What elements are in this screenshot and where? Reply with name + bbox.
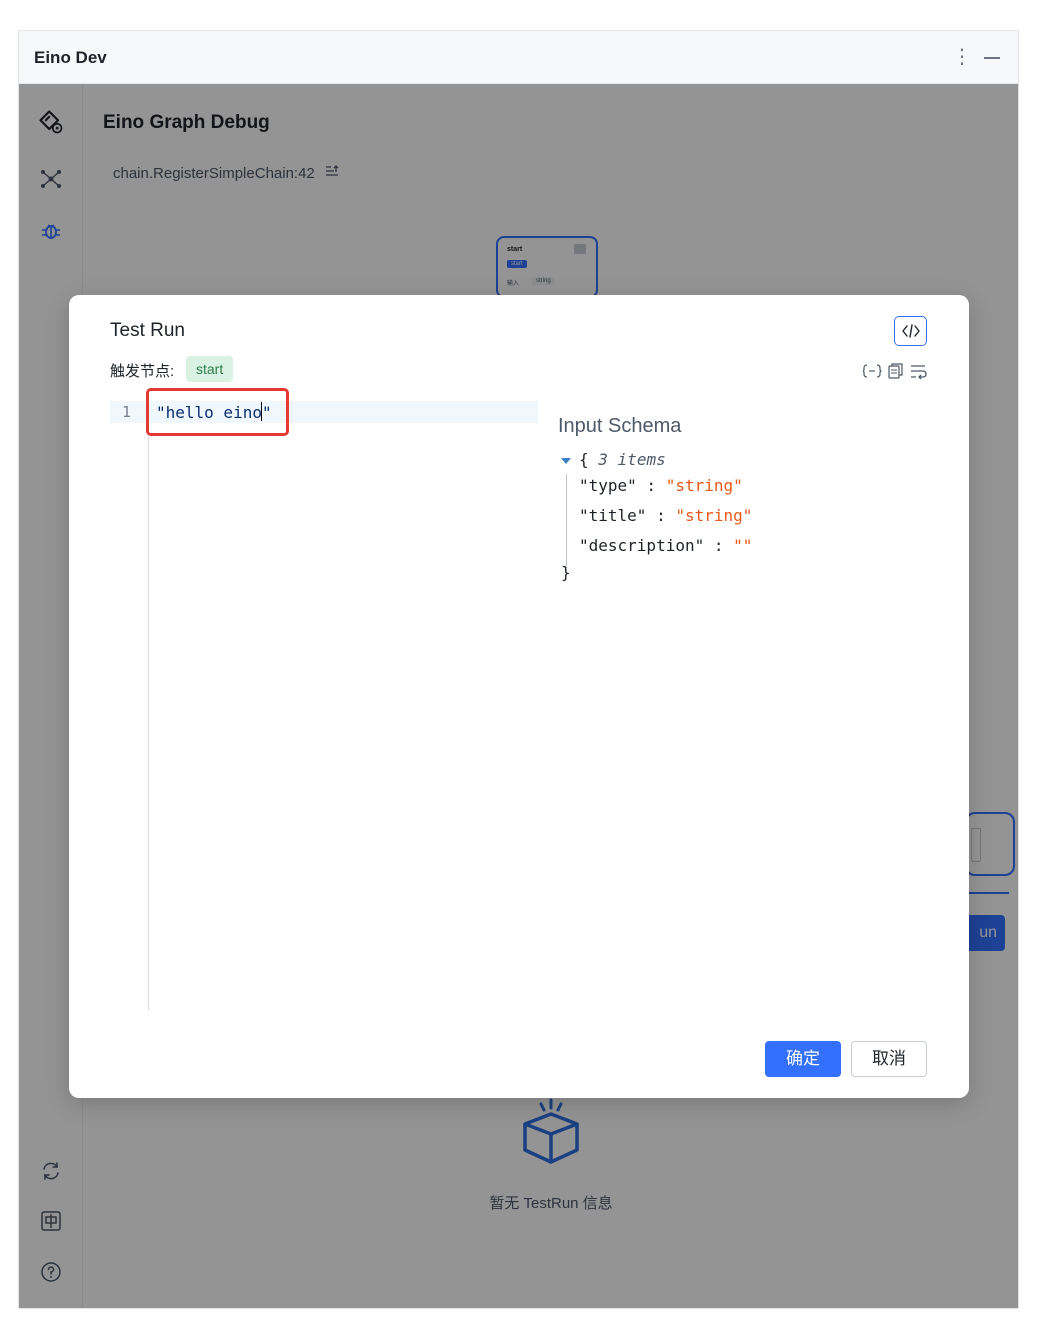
schema-open-row: { 3 items bbox=[579, 450, 666, 469]
test-run-dialog: Test Run 触发节点: start 1 "hello eino" Inpu… bbox=[69, 295, 969, 1098]
trigger-node-label: 触发节点: bbox=[110, 363, 175, 380]
field-sep: : bbox=[646, 506, 676, 525]
field-key: "description" bbox=[579, 536, 705, 555]
app-window: Eino Dev ⋮ Eino Graph Debug chain.Regist… bbox=[18, 30, 1019, 1309]
open-brace: { bbox=[579, 450, 589, 469]
code-view-button[interactable] bbox=[894, 316, 927, 346]
schema-field-row: "type" : "string" bbox=[579, 476, 743, 495]
window-title: Eino Dev bbox=[34, 48, 107, 67]
field-key: "type" bbox=[579, 476, 637, 495]
editor-gutter bbox=[148, 398, 149, 1010]
field-value: "string" bbox=[675, 506, 753, 525]
field-value: "string" bbox=[665, 476, 743, 495]
json-editor[interactable]: 1 "hello eino" bbox=[110, 398, 538, 1010]
editor-toolbar bbox=[862, 361, 929, 381]
wrap-lines-icon bbox=[911, 365, 927, 380]
format-json-icon bbox=[862, 364, 882, 378]
schema-field-row: "description" : "" bbox=[579, 536, 752, 555]
trigger-node-tag: start bbox=[186, 356, 234, 382]
minimize-icon[interactable] bbox=[981, 45, 1003, 69]
copy-icon bbox=[888, 363, 903, 379]
field-key: "title" bbox=[579, 506, 647, 525]
schema-title: Input Schema bbox=[558, 415, 682, 437]
app-body: Eino Graph Debug chain.RegisterSimpleCha… bbox=[19, 84, 1018, 1308]
item-count: 3 items bbox=[598, 450, 666, 469]
confirm-button[interactable]: 确定 bbox=[765, 1041, 841, 1077]
more-menu-icon[interactable]: ⋮ bbox=[952, 45, 972, 69]
highlight-box bbox=[146, 388, 289, 436]
field-sep: : bbox=[636, 476, 666, 495]
dialog-title: Test Run bbox=[110, 320, 185, 341]
field-value: "" bbox=[733, 536, 753, 555]
schema-indent-guide bbox=[566, 474, 567, 568]
title-bar: Eino Dev ⋮ bbox=[19, 31, 1018, 84]
line-number: 1 bbox=[121, 403, 132, 421]
cancel-button[interactable]: 取消 bbox=[851, 1041, 927, 1077]
collapse-caret-icon[interactable] bbox=[561, 458, 571, 464]
field-sep: : bbox=[704, 536, 734, 555]
schema-field-row: "title" : "string" bbox=[579, 506, 752, 525]
code-icon bbox=[901, 324, 920, 338]
close-brace: } bbox=[561, 563, 571, 582]
